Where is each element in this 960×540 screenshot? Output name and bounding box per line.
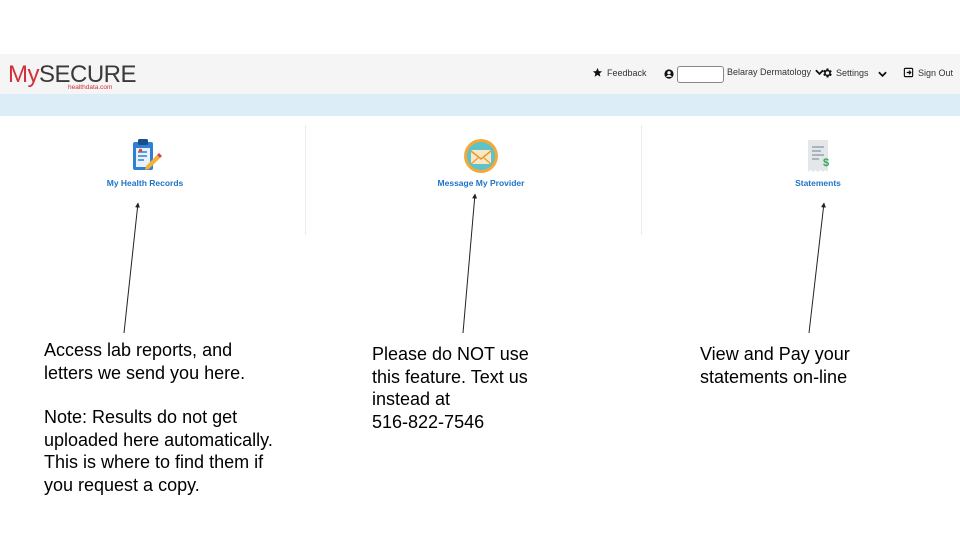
subheader-band [0, 94, 960, 116]
gear-icon [823, 68, 832, 78]
star-icon [592, 67, 603, 77]
sign-out-link[interactable]: Sign Out [903, 67, 953, 78]
tile-message-my-provider[interactable]: Message My Provider [401, 136, 561, 188]
logo-subtitle: healthdata.com [68, 84, 113, 91]
logo-my: My [8, 61, 40, 88]
receipt-dollar-icon: $ [808, 140, 829, 172]
annotation-message-provider: Please do NOT use this feature. Text us … [372, 343, 572, 433]
practice-name: Belaray Dermatology [727, 67, 812, 77]
tile-statements[interactable]: $ Statements [738, 136, 898, 188]
tile-my-health-records[interactable]: My Health Records [65, 136, 225, 188]
annotation-text: Access lab reports, and letters we send … [44, 340, 246, 383]
annotation-statements: View and Pay your statements on-line [700, 343, 900, 388]
practice-selector[interactable]: Belaray Dermatology [727, 67, 824, 77]
envelope-icon [464, 139, 498, 173]
mysecure-logo[interactable]: MySECURE healthdata.com [8, 58, 137, 92]
annotation-text: Note: Results do not get uploaded here a… [44, 407, 273, 495]
clipboard-pencil-icon [133, 139, 162, 170]
feedback-label: Feedback [607, 67, 647, 78]
arrow-statements [808, 202, 826, 334]
sign-out-icon [903, 67, 914, 78]
user-circle-icon [664, 69, 674, 79]
arrow-records [123, 202, 141, 334]
feedback-link[interactable]: Feedback [592, 67, 647, 78]
settings-chevron-down-icon[interactable] [878, 71, 887, 78]
tile-label: My Health Records [106, 178, 184, 188]
arrow-message [462, 193, 478, 334]
practice-search-input[interactable] [677, 66, 724, 83]
annotation-text: View and Pay your statements on-line [700, 344, 850, 387]
column-divider [305, 125, 306, 235]
column-divider [641, 125, 642, 235]
tile-label: Statements [795, 178, 841, 188]
top-nav-bar: MySECURE healthdata.com Feedback Belaray… [0, 54, 960, 94]
settings-label: Settings [836, 68, 869, 78]
settings-menu[interactable]: Settings [821, 67, 869, 79]
svg-text:$: $ [823, 157, 829, 169]
sign-out-label: Sign Out [918, 67, 954, 78]
annotation-text: Please do NOT use this feature. Text us … [372, 344, 529, 432]
tile-label: Message My Provider [437, 178, 525, 188]
annotation-health-records: Access lab reports, and letters we send … [44, 339, 304, 496]
